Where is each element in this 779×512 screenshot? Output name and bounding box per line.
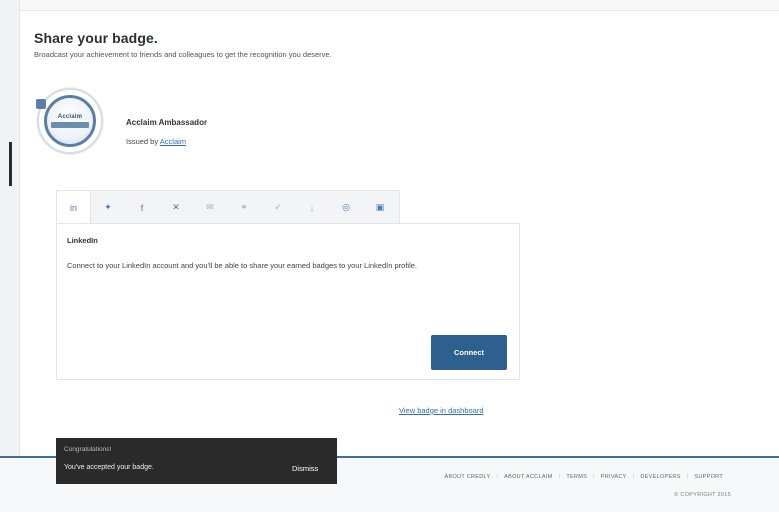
badge-name: Acclaim Ambassador xyxy=(126,118,208,127)
verify-icon: ✓ xyxy=(274,202,282,212)
badge-corner-tag xyxy=(36,99,46,109)
toast-notification: Congratulations! You've accepted your ba… xyxy=(56,438,337,484)
download-icon: ↓ xyxy=(309,202,315,213)
badge-image-text: Acclaim xyxy=(57,114,83,120)
linkedin-icon: in xyxy=(69,202,77,213)
view-in-dashboard-link[interactable]: View badge in dashboard xyxy=(399,406,484,415)
badge-ribbon xyxy=(51,122,89,128)
toast-title: Congratulations! xyxy=(64,446,112,453)
embed-icon: ◎ xyxy=(342,202,350,212)
tab-print[interactable]: ▣ xyxy=(363,191,397,224)
copyright: © COPYRIGHT 2015 xyxy=(674,492,731,498)
issuer-link[interactable]: Acclaim xyxy=(160,137,186,146)
footer-link-privacy[interactable]: PRIVACY xyxy=(595,474,633,480)
tab-twitter[interactable]: ✦ xyxy=(91,191,125,224)
rail-marker xyxy=(9,142,12,186)
tab-download[interactable]: ↓ xyxy=(295,191,329,224)
left-rail xyxy=(0,0,20,512)
share-tabs: in ✦ f ✕ ✉ ⚭ ✓ ↓ ◎ ▣ xyxy=(56,190,400,224)
panel-heading: LinkedIn xyxy=(67,236,98,245)
issued-by: Issued by Acclaim xyxy=(126,137,186,146)
tab-email[interactable]: ✉ xyxy=(193,191,227,224)
badge-image: Acclaim xyxy=(37,88,103,154)
xing-icon: ✕ xyxy=(172,202,180,212)
toast-dismiss-button[interactable]: Dismiss xyxy=(292,464,318,473)
footer-link-developers[interactable]: DEVELOPERS xyxy=(634,474,686,480)
footer-link-terms[interactable]: TERMS xyxy=(560,474,593,480)
panel-description: Connect to your LinkedIn account and you… xyxy=(67,261,417,270)
badge-emblem: Acclaim xyxy=(44,95,96,147)
tab-verify[interactable]: ✓ xyxy=(261,191,295,224)
tab-link[interactable]: ⚭ xyxy=(227,191,261,224)
tab-xing[interactable]: ✕ xyxy=(159,191,193,224)
link-icon: ⚭ xyxy=(240,202,248,212)
print-icon: ▣ xyxy=(375,202,385,212)
issued-by-prefix: Issued by xyxy=(126,137,159,146)
footer-link-support[interactable]: SUPPORT xyxy=(688,474,729,480)
page-subtitle: Broadcast your achievement to friends an… xyxy=(34,50,332,59)
tab-linkedin[interactable]: in xyxy=(57,191,91,224)
page-title: Share your badge. xyxy=(34,30,158,46)
footer-link-about-acclaim[interactable]: ABOUT ACCLAIM xyxy=(498,474,558,480)
facebook-icon: f xyxy=(140,202,144,213)
email-icon: ✉ xyxy=(206,202,214,212)
connect-button[interactable]: Connect xyxy=(431,335,507,370)
share-panel: LinkedIn Connect to your LinkedIn accoun… xyxy=(56,223,520,380)
footer-links: ABOUT CREDLY | ABOUT ACCLAIM | TERMS | PRIV… xyxy=(439,474,729,480)
footer-link-about-credly[interactable]: ABOUT CREDLY xyxy=(439,474,497,480)
tab-embed[interactable]: ◎ xyxy=(329,191,363,224)
tab-facebook[interactable]: f xyxy=(125,191,159,224)
toast-message: You've accepted your badge. xyxy=(64,464,154,471)
twitter-icon: ✦ xyxy=(104,202,112,212)
